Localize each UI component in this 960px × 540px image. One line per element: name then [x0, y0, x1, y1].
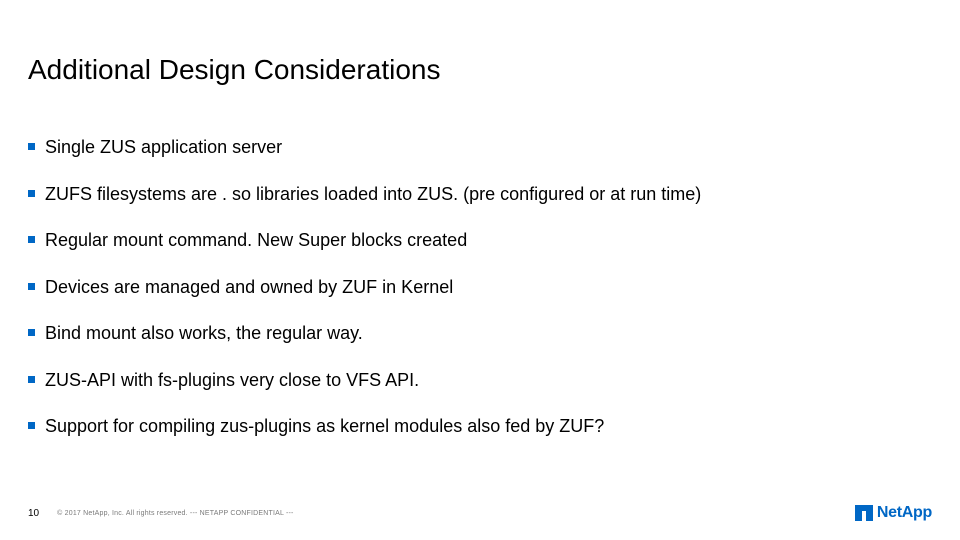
netapp-logo-icon	[855, 505, 873, 521]
bullet-text: ZUS-API with fs-plugins very close to VF…	[45, 369, 419, 392]
bullet-icon	[28, 236, 35, 243]
bullet-icon	[28, 190, 35, 197]
list-item: ZUFS filesystems are . so libraries load…	[28, 183, 920, 206]
bullet-list: Single ZUS application server ZUFS files…	[28, 136, 920, 462]
bullet-icon	[28, 422, 35, 429]
bullet-text: Single ZUS application server	[45, 136, 282, 159]
netapp-logo-text: NetApp	[877, 504, 932, 522]
bullet-icon	[28, 376, 35, 383]
bullet-text: Devices are managed and owned by ZUF in …	[45, 276, 453, 299]
bullet-icon	[28, 283, 35, 290]
bullet-text: Bind mount also works, the regular way.	[45, 322, 363, 345]
page-number: 10	[28, 508, 39, 519]
footer: 10 © 2017 NetApp, Inc. All rights reserv…	[28, 504, 932, 522]
bullet-text: ZUFS filesystems are . so libraries load…	[45, 183, 701, 206]
copyright-text: © 2017 NetApp, Inc. All rights reserved.…	[57, 510, 293, 517]
list-item: Bind mount also works, the regular way.	[28, 322, 920, 345]
bullet-text: Support for compiling zus-plugins as ker…	[45, 415, 604, 438]
footer-left: 10 © 2017 NetApp, Inc. All rights reserv…	[28, 508, 294, 519]
list-item: Regular mount command. New Super blocks …	[28, 229, 920, 252]
list-item: Devices are managed and owned by ZUF in …	[28, 276, 920, 299]
list-item: Single ZUS application server	[28, 136, 920, 159]
slide-title: Additional Design Considerations	[28, 54, 440, 86]
bullet-icon	[28, 143, 35, 150]
list-item: Support for compiling zus-plugins as ker…	[28, 415, 920, 438]
list-item: ZUS-API with fs-plugins very close to VF…	[28, 369, 920, 392]
slide: Additional Design Considerations Single …	[0, 0, 960, 540]
bullet-icon	[28, 329, 35, 336]
netapp-logo: NetApp	[855, 504, 932, 522]
bullet-text: Regular mount command. New Super blocks …	[45, 229, 467, 252]
